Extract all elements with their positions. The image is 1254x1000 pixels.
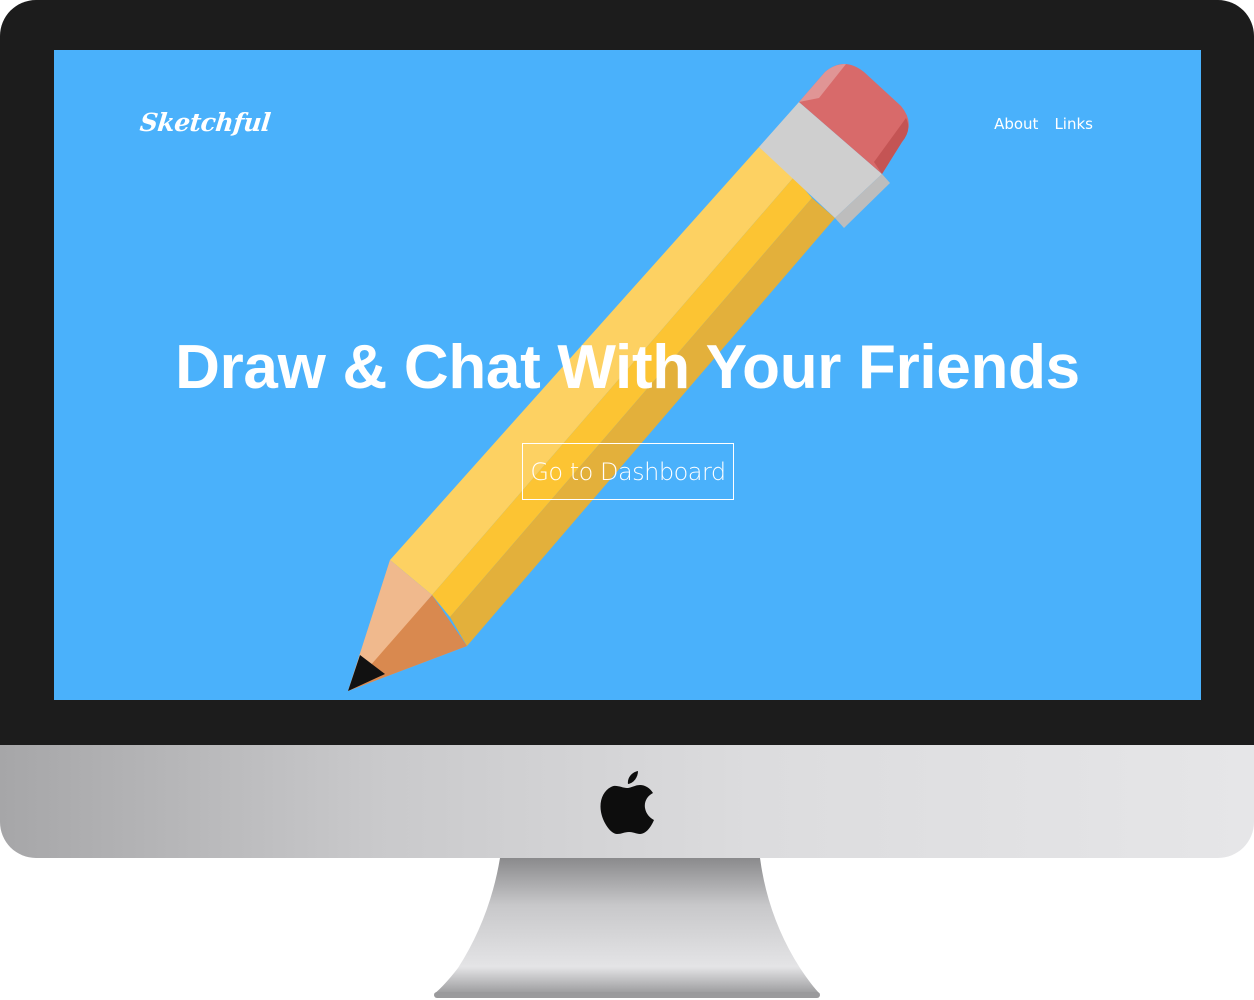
- monitor-stand: [434, 858, 820, 998]
- monitor-mockup: Sketchful About Links Draw & Chat With Y…: [0, 0, 1254, 1000]
- apple-logo-icon: [600, 771, 654, 834]
- nav-link-links[interactable]: Links: [1054, 115, 1093, 133]
- website-screen: Sketchful About Links Draw & Chat With Y…: [54, 50, 1201, 700]
- nav-link-about[interactable]: About: [994, 115, 1038, 133]
- brand-logo[interactable]: Sketchful: [138, 108, 271, 137]
- hero-title: Draw & Chat With Your Friends: [175, 333, 1080, 402]
- top-nav: About Links: [994, 115, 1093, 133]
- go-to-dashboard-button[interactable]: Go to Dashboard: [522, 443, 734, 500]
